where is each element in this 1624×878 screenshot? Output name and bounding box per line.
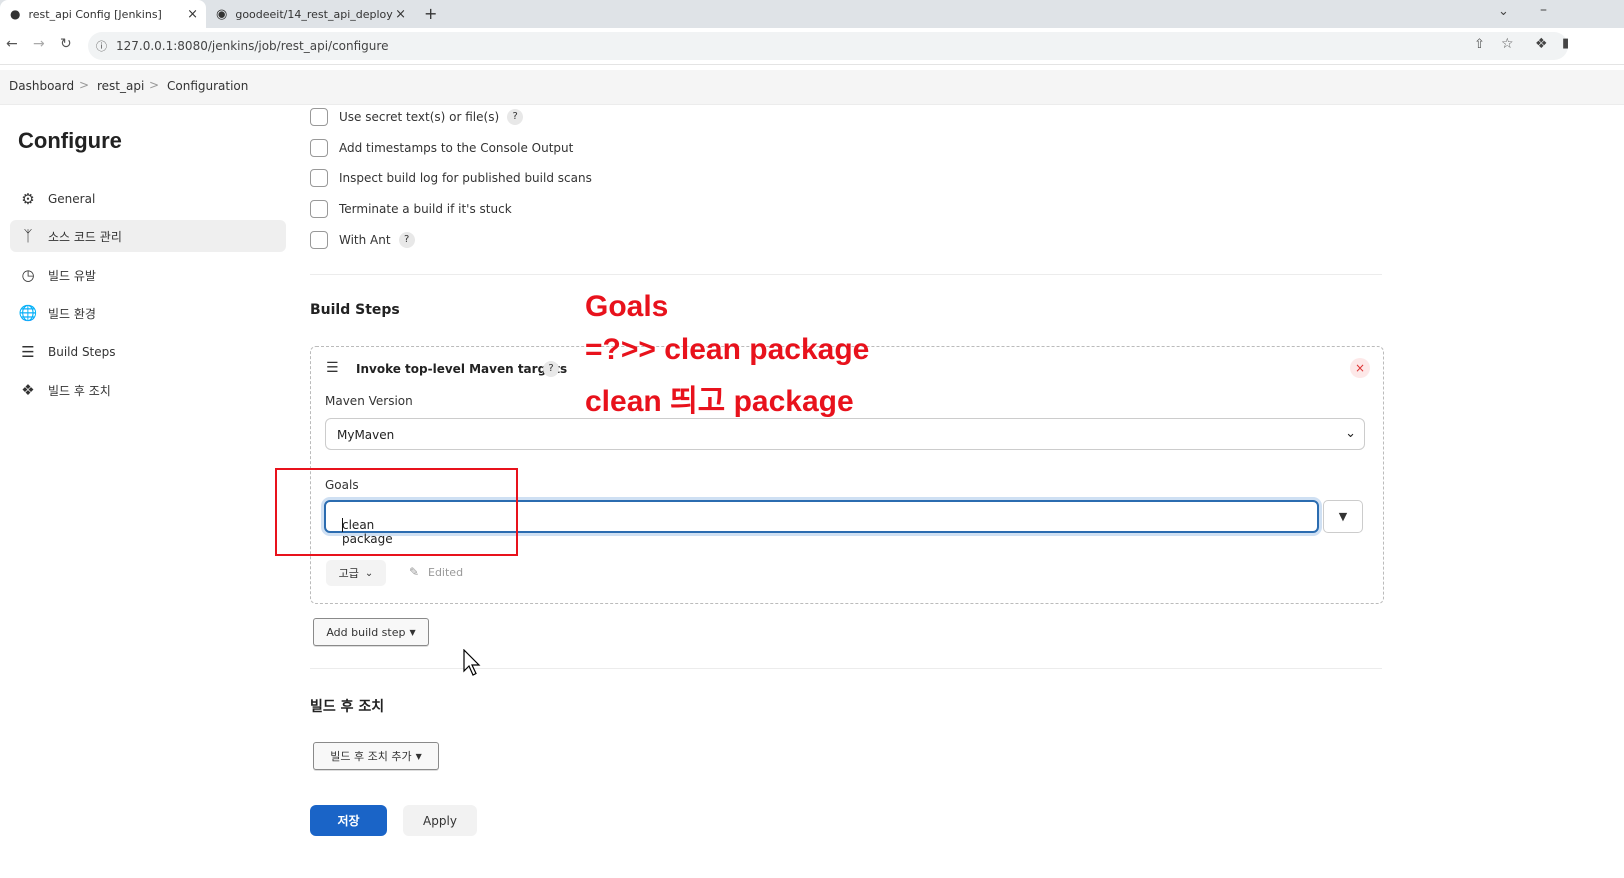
option-add-timestamps: Add timestamps to the Console Output (310, 139, 573, 157)
selected-value: MyMaven (337, 428, 395, 442)
advanced-button[interactable]: 고급 ⌄ (326, 560, 386, 586)
goals-expand-button[interactable]: ▼ (1323, 500, 1363, 533)
tab-title: goodeeit/14_rest_api_deploy (235, 7, 393, 21)
checkbox[interactable] (310, 231, 328, 249)
sidebar-item-post-build[interactable]: ❖ 빌드 후 조치 (10, 374, 286, 406)
help-icon[interactable]: ? (507, 109, 524, 125)
checkbox[interactable] (310, 108, 328, 126)
advanced-label: 고급 (338, 567, 359, 580)
sidebar-item-label: 빌드 환경 (48, 306, 96, 321)
branch-icon: ᛉ (23, 227, 33, 245)
close-tab-icon[interactable]: × (395, 7, 406, 22)
delete-step-button[interactable]: × (1350, 358, 1370, 378)
globe-icon: 🌐 (18, 304, 38, 322)
help-icon[interactable]: ? (398, 232, 415, 248)
add-post-build-button[interactable]: 빌드 후 조치 추가 ▼ (313, 742, 439, 770)
breadcrumb-dashboard[interactable]: Dashboard (9, 79, 74, 93)
sidebar-item-build-triggers[interactable]: ◷ 빌드 유발 (10, 259, 286, 291)
option-label: Add timestamps to the Console Output (339, 141, 574, 155)
url-field[interactable]: ⓘ 127.0.0.1:8080/jenkins/job/rest_api/co… (88, 32, 1568, 60)
sidebar-item-build-environment[interactable]: 🌐 빌드 환경 (10, 297, 286, 329)
option-use-secret: Use secret text(s) or file(s) ? (310, 108, 524, 126)
chevron-down-icon: ⌄ (364, 567, 374, 579)
maven-version-label: Maven Version (325, 394, 413, 408)
apply-button[interactable]: Apply (403, 805, 477, 836)
minimize-window-icon[interactable]: – (1540, 2, 1547, 18)
breadcrumb-separator-icon: > (79, 78, 90, 92)
site-info-icon[interactable]: ⓘ (96, 38, 107, 54)
share-icon[interactable]: ⇧ (1474, 37, 1485, 52)
breadcrumb-configuration[interactable]: Configuration (167, 79, 248, 93)
save-button[interactable]: 저장 (310, 805, 387, 836)
mouse-cursor-icon (463, 649, 481, 676)
caret-down-icon: ▼ (409, 627, 416, 637)
add-post-build-label: 빌드 후 조치 추가 (330, 750, 412, 763)
pencil-icon: ✎ (409, 565, 420, 579)
sidebar-item-label: 빌드 후 조치 (48, 383, 111, 398)
clock-icon: ◷ (21, 266, 35, 284)
add-build-step-button[interactable]: Add build step ▼ (313, 618, 429, 646)
browser-tab-jenkins[interactable]: ● rest_api Config [Jenkins] × (0, 0, 206, 28)
sidebar-item-label: Build Steps (48, 345, 116, 359)
browser-tab-github[interactable]: ◉ goodeeit/14_rest_api_deploy × (208, 0, 414, 28)
sidebar-item-label: General (48, 192, 96, 206)
chevron-down-icon: ⌄ (1345, 426, 1356, 441)
step-title: Invoke top-level Maven targets (356, 362, 568, 376)
checkbox[interactable] (310, 169, 328, 187)
option-inspect-build-log: Inspect build log for published build sc… (310, 169, 592, 187)
new-tab-button[interactable]: + (424, 4, 437, 23)
add-build-step-label: Add build step (326, 625, 406, 639)
close-tab-icon[interactable]: × (187, 7, 198, 22)
annotation-line-2: =?>> clean package (585, 333, 870, 366)
sidebar-item-general[interactable]: ⚙ General (10, 183, 286, 215)
list-icon: ☰ (21, 343, 35, 361)
post-build-title: 빌드 후 조치 (310, 699, 385, 715)
tab-list-chevron-icon[interactable]: ⌄ (1498, 4, 1509, 19)
caret-down-icon: ▼ (415, 751, 422, 761)
build-steps-title: Build Steps (310, 302, 400, 318)
browser-tab-bar: ● rest_api Config [Jenkins] × ◉ goodeeit… (0, 0, 1624, 28)
back-arrow-icon[interactable]: ← (6, 36, 18, 52)
github-icon: ◉ (216, 6, 228, 22)
edited-label: Edited (428, 566, 464, 579)
annotation-highlight-box (275, 468, 518, 556)
bookmark-star-icon[interactable]: ☆ (1501, 36, 1514, 52)
forward-arrow-icon[interactable]: → (33, 36, 45, 52)
cube-icon: ❖ (21, 381, 35, 399)
gear-icon: ⚙ (21, 190, 35, 208)
url-text: 127.0.0.1:8080/jenkins/job/rest_api/conf… (116, 39, 389, 53)
option-with-ant: With Ant ? (310, 231, 415, 249)
option-label: Inspect build log for published build sc… (339, 171, 592, 185)
breadcrumb: Dashboard > rest_api > Configuration (0, 70, 1624, 105)
sidebar-item-build-steps[interactable]: ☰ Build Steps (10, 336, 286, 368)
option-terminate-stuck: Terminate a build if it's stuck (310, 200, 512, 218)
annotation-line-3: clean 띄고 package (585, 385, 854, 418)
tab-title: rest_api Config [Jenkins] (28, 7, 162, 21)
side-panel-icon[interactable]: ▮ (1562, 36, 1569, 51)
maven-version-select[interactable]: MyMaven ⌄ (325, 418, 1365, 450)
option-label: With Ant (339, 233, 391, 247)
section-divider (310, 274, 1382, 275)
sidebar-item-label: 소스 코드 관리 (48, 229, 122, 244)
annotation-line-1: Goals (585, 290, 669, 323)
extensions-puzzle-icon[interactable]: ❖ (1535, 36, 1548, 52)
breadcrumb-rest-api[interactable]: rest_api (97, 79, 144, 93)
checkbox[interactable] (310, 200, 328, 218)
breadcrumb-separator-icon: > (149, 78, 160, 92)
reload-icon[interactable]: ↻ (60, 36, 72, 52)
drag-handle-icon[interactable]: ☰ (326, 360, 339, 376)
checkbox[interactable] (310, 139, 328, 157)
sidebar-item-label: 빌드 유발 (48, 268, 96, 283)
sidebar-item-source-code[interactable]: ᛉ 소스 코드 관리 (10, 220, 286, 252)
option-label: Use secret text(s) or file(s) (339, 110, 500, 124)
browser-address-bar: ← → ↻ ⓘ 127.0.0.1:8080/jenkins/job/rest_… (0, 28, 1624, 65)
page-title: Configure (18, 128, 122, 153)
help-icon[interactable]: ? (543, 361, 559, 377)
option-label: Terminate a build if it's stuck (339, 202, 512, 216)
jenkins-favicon-icon: ● (10, 7, 21, 21)
